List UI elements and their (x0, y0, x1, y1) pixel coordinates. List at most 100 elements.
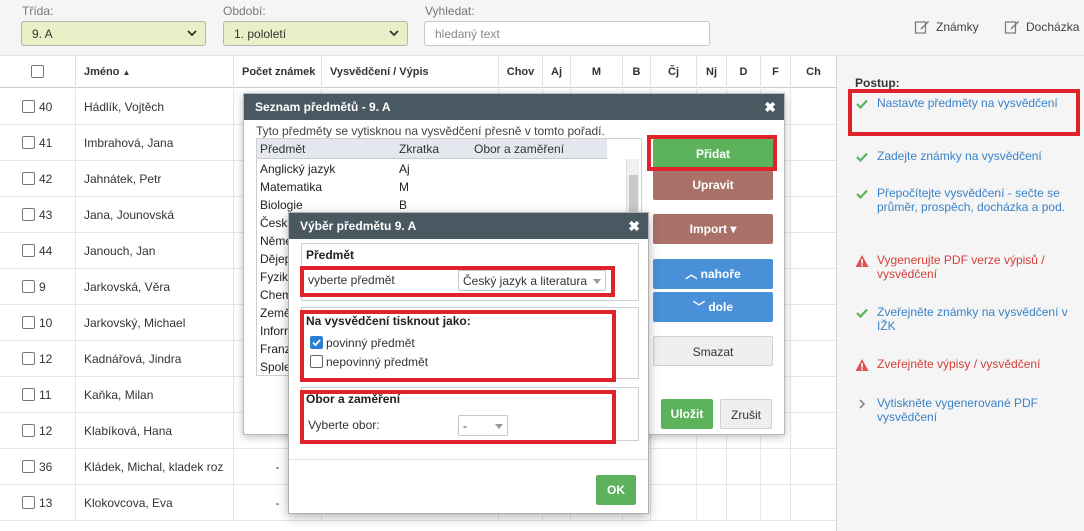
workflow-step-label: Přepočítejte vysvědčení - sečte se průmě… (877, 186, 1066, 214)
student-name[interactable]: Jarkovský, Michael (75, 305, 233, 341)
check-icon (856, 189, 868, 200)
col-ch: Ch (790, 56, 836, 88)
workflow-step[interactable]: Vytiskněte vygenerované PDF vysvědčení (855, 396, 1077, 424)
student-name[interactable]: Jahnátek, Petr (75, 161, 233, 197)
workflow-step[interactable]: Zadejte známky na vysvědčení (855, 149, 1077, 164)
highlight-box (647, 135, 777, 171)
subject-list-item[interactable]: Fyzik (260, 270, 288, 284)
close-icon[interactable]: ✖ (628, 213, 640, 239)
subject-abbr: Aj (399, 162, 410, 176)
workflow-step[interactable]: Zveřejněte výpisy / vysvědčení (855, 357, 1077, 372)
row-checkbox[interactable] (22, 136, 35, 150)
workflow-step[interactable]: Vygenerujte PDF verze výpisů / vysvědčen… (855, 253, 1077, 281)
row-select-cell[interactable]: 11 (0, 377, 75, 413)
row-checkbox[interactable] (22, 208, 35, 222)
row-select-cell[interactable]: 41 (0, 125, 75, 161)
student-name[interactable]: Klokovcova, Eva (75, 485, 233, 521)
grade-cell (790, 341, 836, 377)
search-input[interactable]: hledaný text (424, 21, 710, 46)
row-select-cell[interactable]: 9 (0, 269, 75, 305)
subject-list-item[interactable]: Spole (260, 360, 291, 374)
student-name[interactable]: Janouch, Jan (75, 233, 233, 269)
row-select-cell[interactable]: 36 (0, 449, 75, 485)
grade-cell (790, 89, 836, 125)
row-checkbox[interactable] (22, 460, 35, 474)
row-select-cell[interactable]: 10 (0, 305, 75, 341)
workflow-step-label: Zveřejněte známky na vysvědčení v IŽK (877, 305, 1068, 333)
row-select-cell[interactable]: 42 (0, 161, 75, 197)
period-select[interactable]: 1. pololetí (223, 21, 408, 46)
close-icon[interactable]: ✖ (764, 94, 776, 120)
row-checkbox[interactable] (22, 316, 35, 330)
row-checkbox[interactable] (22, 424, 35, 438)
student-name[interactable]: Kládek, Michal, kladek roz (75, 449, 233, 485)
row-checkbox[interactable] (22, 244, 35, 258)
student-name[interactable]: Jarkovská, Věra (75, 269, 233, 305)
student-name[interactable]: Kadnářová, Jindra (75, 341, 233, 377)
grade-cell (760, 485, 790, 521)
row-select-cell[interactable]: 43 (0, 197, 75, 233)
row-checkbox[interactable] (22, 388, 35, 402)
cancel-button[interactable]: Zrušit (720, 399, 772, 429)
grade-cell (790, 413, 836, 449)
subject-list-item[interactable]: Biologie (260, 198, 303, 212)
move-bottom-button[interactable]: ﹀ dole (653, 292, 773, 322)
row-checkbox[interactable] (22, 100, 35, 114)
row-checkbox[interactable] (22, 496, 35, 510)
subject-list-item[interactable]: Matematika (260, 180, 322, 194)
workflow-step[interactable]: Přepočítejte vysvědčení - sečte se průmě… (855, 186, 1077, 214)
grade-cell (790, 161, 836, 197)
class-select[interactable]: 9. A (21, 21, 206, 46)
warning-icon (855, 359, 869, 371)
move-top-label: nahoře (700, 267, 741, 281)
import-button[interactable]: Import ▾ (653, 214, 773, 244)
col-b: B (622, 56, 650, 88)
edit-button[interactable]: Upravit (653, 170, 773, 200)
student-name[interactable]: Hádlík, Vojtěch (75, 89, 233, 125)
student-name[interactable]: Imbrahová, Jana (75, 125, 233, 161)
row-checkbox[interactable] (22, 172, 35, 186)
subject-select-dialog: Výběr předmětu 9. A ✖ Předmět vyberte př… (288, 212, 649, 514)
workflow-step[interactable]: Zveřejněte známky na vysvědčení v IŽK (855, 305, 1077, 333)
student-name[interactable]: Kaňka, Milan (75, 377, 233, 413)
row-select-cell[interactable]: 13 (0, 485, 75, 521)
grade-cell (726, 485, 760, 521)
row-select-cell[interactable]: 40 (0, 89, 75, 125)
row-select-cell[interactable]: 12 (0, 413, 75, 449)
col-m: M (570, 56, 622, 88)
edit-icon (1004, 21, 1019, 34)
save-button[interactable]: Uložit (661, 399, 713, 429)
subject-list-item[interactable]: Anglický jazyk (260, 162, 335, 176)
col-cj: Čj (650, 56, 696, 88)
col-d: D (726, 56, 760, 88)
row-checkbox[interactable] (22, 352, 35, 366)
row-select-cell[interactable]: 44 (0, 233, 75, 269)
col-field: Obor a zaměření (474, 142, 565, 156)
period-label: Období: (223, 4, 266, 18)
subject-list-item[interactable]: Dějep (260, 252, 291, 266)
select-all-cell[interactable] (0, 56, 75, 88)
col-chov: Chov (498, 56, 542, 88)
workflow-step-label: Zveřejněte výpisy / vysvědčení (877, 357, 1041, 371)
grade-cell (790, 485, 836, 521)
divider (289, 459, 648, 460)
row-select-cell[interactable]: 12 (0, 341, 75, 377)
attendance-link[interactable]: Docházka (1004, 19, 1079, 35)
select-all-checkbox[interactable] (31, 64, 44, 78)
ok-button[interactable]: OK (596, 475, 636, 505)
subject-list-item[interactable]: Franz (260, 342, 291, 356)
row-number: 12 (39, 352, 53, 366)
student-name[interactable]: Jana, Jounovská (75, 197, 233, 233)
grades-link[interactable]: Známky (914, 19, 979, 35)
table-header: Jméno ▲ Počet známek Vysvědčení / Výpis … (0, 56, 836, 88)
filter-bar: Třída: 9. A Období: 1. pololetí Vyhledat… (0, 0, 1084, 56)
subject-list-item[interactable]: Země (260, 306, 291, 320)
class-label: Třída: (22, 4, 54, 18)
move-top-button[interactable]: ︿ nahoře (653, 259, 773, 289)
subject-list-item[interactable]: Inforr (260, 324, 288, 338)
student-name[interactable]: Klabíková, Hana (75, 413, 233, 449)
subject-list-item[interactable]: Česk (260, 216, 287, 230)
col-name[interactable]: Jméno ▲ (75, 56, 233, 88)
row-checkbox[interactable] (22, 280, 35, 294)
delete-button[interactable]: Smazat (653, 336, 773, 366)
